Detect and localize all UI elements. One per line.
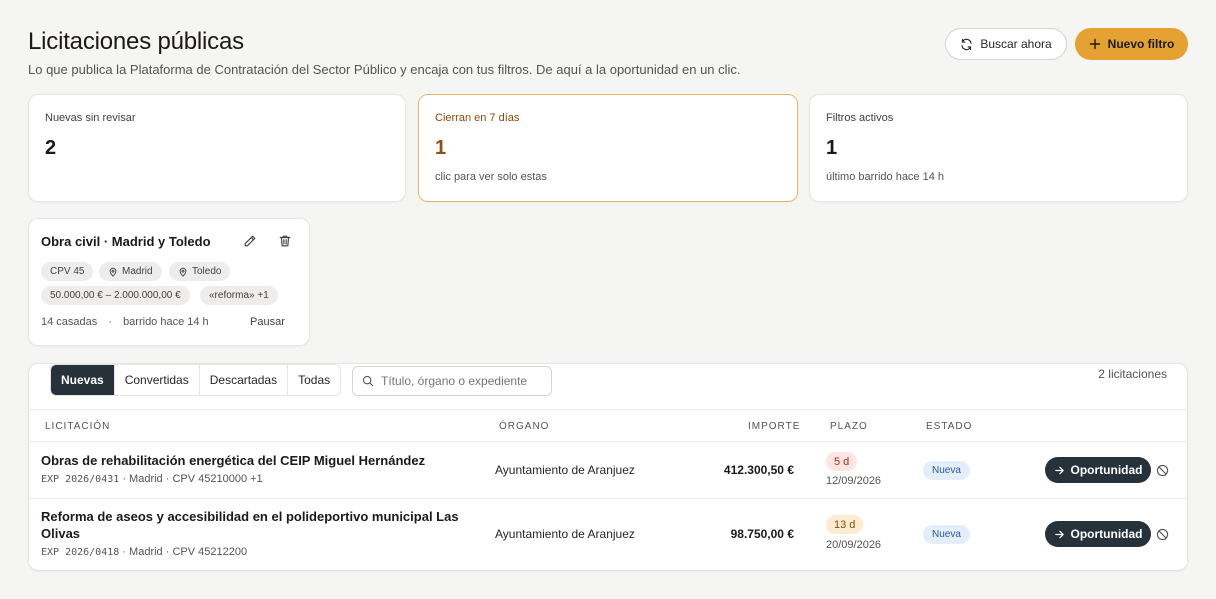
table-row[interactable]: Reforma de aseos y accesibilidad en el p… xyxy=(29,498,1187,570)
status-tabs: Nuevas Convertidas Descartadas Todas xyxy=(50,364,342,396)
stat-card-new-unreviewed: Nuevas sin revisar 2 xyxy=(28,94,406,202)
filter-title: Obra civil · Madrid y Toledo xyxy=(41,234,211,249)
stat-label: Nuevas sin revisar xyxy=(45,112,136,124)
tender-title[interactable]: Reforma de aseos y accesibilidad en el p… xyxy=(41,508,461,542)
tender-meta: EXP 2026/0431 · Madrid · CPV 45210000 +1 xyxy=(41,473,263,485)
search-now-button[interactable]: Buscar ahora xyxy=(945,28,1067,60)
stat-card-active-filters: Filtros activos 1 último barrido hace 14… xyxy=(809,94,1188,202)
deadline-badge: 5 d xyxy=(826,452,858,471)
new-filter-label: Nuevo filtro xyxy=(1107,37,1175,51)
tender-exp: EXP 2026/0418 xyxy=(41,547,120,558)
opportunity-label: Oportunidad xyxy=(1070,527,1143,541)
trash-icon[interactable] xyxy=(278,234,292,248)
column-header: PLAZO xyxy=(830,421,868,432)
tender-organ: Ayuntamiento de Aranjuez xyxy=(495,527,635,541)
search-box xyxy=(352,366,552,396)
filter-meta: 14 casadas · barrido hace 14 h xyxy=(41,316,209,328)
deadline-date: 20/09/2026 xyxy=(826,539,882,551)
deadline-date: 12/09/2026 xyxy=(826,475,882,487)
tender-amount: 412.300,50 € xyxy=(723,463,794,477)
status-badge: Nueva xyxy=(923,461,970,480)
table-row[interactable]: Obras de rehabilitación energética del C… xyxy=(29,441,1187,498)
tender-meta: EXP 2026/0418 · Madrid · CPV 45212200 xyxy=(41,546,247,558)
page-subtitle: Lo que publica la Plataforma de Contrata… xyxy=(28,62,741,77)
filter-chip-location: Madrid xyxy=(99,262,162,281)
pencil-icon[interactable] xyxy=(243,234,257,248)
filter-chip-keywords: «reforma» +1 xyxy=(200,286,278,305)
filter-sweep: barrido hace 14 h xyxy=(123,316,209,328)
tender-title[interactable]: Obras de rehabilitación energética del C… xyxy=(41,452,425,469)
results-count: 2 licitaciones xyxy=(1098,367,1167,381)
column-header: ESTADO xyxy=(926,421,973,432)
filter-chip-cpv: CPV 45 xyxy=(41,262,94,281)
ban-icon[interactable] xyxy=(1156,528,1169,541)
chip-label: «reforma» +1 xyxy=(209,290,269,301)
stat-value: 2 xyxy=(45,137,57,159)
deadline-badge: 13 d xyxy=(826,515,864,534)
chip-label: CPV 45 xyxy=(50,266,85,277)
stat-card-closing-soon[interactable]: Cierran en 7 días 1 clic para ver solo e… xyxy=(418,94,798,202)
search-icon xyxy=(362,375,374,387)
new-filter-button[interactable]: Nuevo filtro xyxy=(1075,28,1188,60)
search-now-label: Buscar ahora xyxy=(980,37,1052,51)
stat-note: último barrido hace 14 h xyxy=(826,171,945,183)
column-header: ÓRGANO xyxy=(499,421,550,432)
tender-exp: EXP 2026/0431 xyxy=(41,474,120,485)
stat-note: clic para ver solo estas xyxy=(435,171,547,183)
opportunity-button[interactable]: Oportunidad xyxy=(1045,521,1151,547)
stat-value: 1 xyxy=(435,137,447,159)
tab-convertidas[interactable]: Convertidas xyxy=(115,365,200,395)
ban-icon[interactable] xyxy=(1156,464,1169,477)
table-header: LICITACIÓN ÓRGANO IMPORTE PLAZO ESTADO xyxy=(29,409,1187,441)
refresh-icon xyxy=(961,38,972,50)
tab-descartadas[interactable]: Descartadas xyxy=(200,365,289,395)
tender-amount: 98.750,00 € xyxy=(730,527,794,541)
tab-nuevas[interactable]: Nuevas xyxy=(51,365,115,395)
arrow-right-icon xyxy=(1054,466,1064,474)
chip-label: Madrid xyxy=(122,266,153,277)
pause-button[interactable]: Pausar xyxy=(250,316,285,328)
opportunity-label: Oportunidad xyxy=(1070,463,1143,477)
arrow-right-icon xyxy=(1054,530,1064,538)
filter-card: Obra civil · Madrid y Toledo CPV 45 Madr… xyxy=(28,218,310,346)
tender-meta-text: · Madrid · CPV 45210000 +1 xyxy=(119,473,263,485)
stat-label: Cierran en 7 días xyxy=(435,112,520,124)
filter-chip-amount-range: 50.000,00 € – 2.000.000,00 € xyxy=(41,286,190,305)
page-title: Licitaciones públicas xyxy=(28,28,244,55)
column-header: IMPORTE xyxy=(748,421,801,432)
plus-icon xyxy=(1089,38,1100,50)
map-pin-icon xyxy=(109,267,117,277)
map-pin-icon xyxy=(179,267,187,277)
stat-value: 1 xyxy=(826,137,838,159)
column-header: LICITACIÓN xyxy=(45,421,111,432)
filter-chip-location: Toledo xyxy=(169,262,231,281)
filter-matches: 14 casadas xyxy=(41,316,98,328)
tender-organ: Ayuntamiento de Aranjuez xyxy=(495,463,635,477)
chip-label: 50.000,00 € – 2.000.000,00 € xyxy=(50,290,181,301)
status-badge: Nueva xyxy=(923,525,970,544)
tab-todas[interactable]: Todas xyxy=(288,365,340,395)
tender-meta-text: · Madrid · CPV 45212200 xyxy=(119,546,248,558)
search-input[interactable] xyxy=(381,374,551,388)
stat-label: Filtros activos xyxy=(826,112,894,124)
results-panel: Nuevas Convertidas Descartadas Todas 2 l… xyxy=(28,363,1188,571)
opportunity-button[interactable]: Oportunidad xyxy=(1045,457,1151,483)
chip-label: Toledo xyxy=(192,266,222,277)
